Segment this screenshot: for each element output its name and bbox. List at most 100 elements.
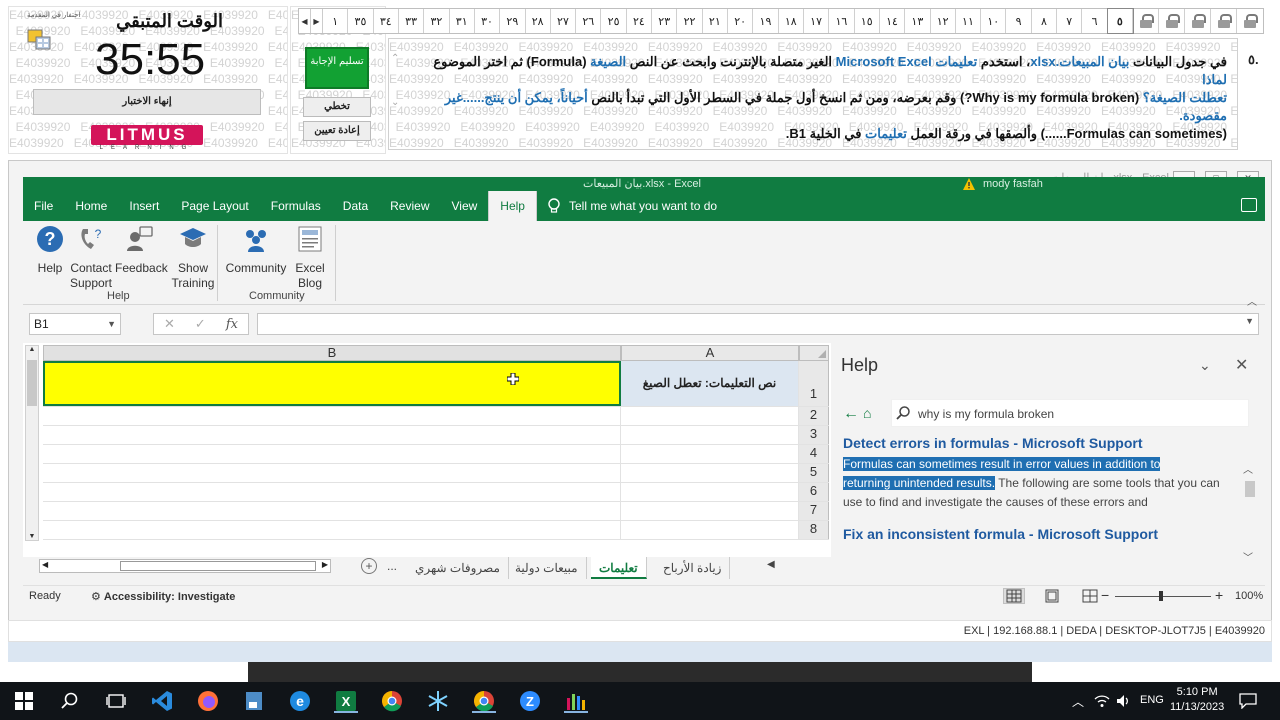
scroll-up-icon[interactable]: ▲ xyxy=(26,346,38,353)
tab-home[interactable]: Home xyxy=(64,191,118,221)
tab-help[interactable]: Help xyxy=(488,191,537,221)
snowflake-app-icon[interactable] xyxy=(426,689,450,713)
question-number-button[interactable]: ١٨ xyxy=(779,9,804,33)
question-number-button[interactable]: ٦ xyxy=(1082,9,1108,33)
question-scrollbar[interactable]: ⌃ ⌄ xyxy=(391,53,405,133)
tab-data[interactable]: Data xyxy=(332,191,379,221)
excel-blog-button[interactable]: Excel Blog xyxy=(293,225,327,291)
zoom-out-button[interactable]: − xyxy=(1101,587,1109,603)
zoom-level[interactable]: 100% xyxy=(1235,590,1263,602)
scroll-right-icon[interactable]: ▶ xyxy=(322,560,328,569)
chevron-down-icon[interactable]: ﹀ xyxy=(1243,549,1253,564)
cell[interactable] xyxy=(43,483,621,501)
question-number-button[interactable]: ٥ xyxy=(1106,8,1135,34)
submit-answer-button[interactable]: تسليم الإجابة xyxy=(305,47,369,89)
tab-formulas[interactable]: Formulas xyxy=(260,191,332,221)
row-header[interactable]: 7 xyxy=(799,502,829,520)
cell[interactable] xyxy=(621,502,799,520)
question-number-button[interactable]: ١٣ xyxy=(905,9,931,33)
edge-icon[interactable]: e xyxy=(288,689,312,713)
chrome-icon[interactable] xyxy=(472,689,496,713)
question-number-button[interactable]: ٢٠ xyxy=(728,9,754,33)
exam-app-icon[interactable] xyxy=(564,689,588,713)
question-number-button[interactable]: ٢٢ xyxy=(677,9,703,33)
cell[interactable] xyxy=(43,407,621,425)
sheet-tab-profit-increase[interactable]: زيادة الأرباح xyxy=(655,557,731,579)
tab-view[interactable]: View xyxy=(441,191,489,221)
comments-icon[interactable] xyxy=(1241,198,1257,212)
cell[interactable] xyxy=(621,407,799,425)
skip-button[interactable]: تخطي xyxy=(303,97,371,117)
network-icon[interactable] xyxy=(1090,689,1114,713)
cell[interactable] xyxy=(621,426,799,444)
row-header[interactable]: 6 xyxy=(799,483,829,501)
question-number-button[interactable]: ٣١ xyxy=(450,9,475,33)
page-break-view-icon[interactable] xyxy=(1079,588,1101,604)
zoom-app-icon[interactable]: Z xyxy=(518,689,542,713)
question-number-button[interactable]: ٣٢ xyxy=(424,9,450,33)
question-number-button[interactable]: ١٩ xyxy=(753,9,779,33)
sheet-tab-monthly-expenses[interactable]: مصروفات شهري xyxy=(407,557,509,579)
add-sheet-button[interactable]: + xyxy=(361,558,377,574)
tell-me-box[interactable]: Tell me what you want to do xyxy=(547,198,717,214)
question-number-button[interactable]: ٧ xyxy=(1057,9,1083,33)
reset-button[interactable]: إعادة تعيين xyxy=(303,121,371,141)
horizontal-scrollbar[interactable]: ◀ ▶ xyxy=(39,559,331,573)
scroll-thumb[interactable] xyxy=(27,360,37,406)
cell[interactable] xyxy=(43,521,621,539)
tab-review[interactable]: Review xyxy=(379,191,440,221)
notifications-icon[interactable] xyxy=(1236,689,1260,713)
excel-icon[interactable]: X xyxy=(334,689,358,713)
sheet-nav-icon[interactable]: ◀ xyxy=(767,559,775,570)
community-button[interactable]: Community xyxy=(223,225,289,276)
chrome-icon[interactable] xyxy=(380,689,404,713)
vscode-icon[interactable] xyxy=(150,689,174,713)
question-number-button[interactable]: ٨ xyxy=(1032,9,1058,33)
question-number-button[interactable]: ١٤ xyxy=(880,9,906,33)
firefox-icon[interactable] xyxy=(196,689,220,713)
row-header[interactable]: 2 xyxy=(799,407,829,425)
chevron-up-icon[interactable]: ︿ xyxy=(1066,689,1090,713)
question-number-button[interactable]: ١٧ xyxy=(804,9,830,33)
volume-icon[interactable] xyxy=(1112,689,1136,713)
back-arrow-icon[interactable]: ← xyxy=(843,405,859,423)
question-number-button[interactable]: ١١ xyxy=(956,9,982,33)
sheet-tab-instructions[interactable]: تعليمات xyxy=(591,557,647,579)
scroll-thumb[interactable] xyxy=(120,561,316,571)
question-number-button[interactable]: ٣٤ xyxy=(374,9,399,33)
question-number-button[interactable]: ١٢ xyxy=(931,9,956,33)
check-icon[interactable]: ✓ xyxy=(195,316,206,332)
question-number-button[interactable]: ٢٦ xyxy=(576,9,602,33)
question-number-button[interactable]: ٢٥ xyxy=(601,9,627,33)
nav-prev-icon[interactable]: ▶ xyxy=(311,9,323,33)
sheet-tab-international-sales[interactable]: مبيعات دولية xyxy=(507,557,587,579)
zoom-in-button[interactable]: + xyxy=(1215,587,1223,603)
home-icon[interactable]: ⌂ xyxy=(863,405,871,421)
cell[interactable] xyxy=(43,464,621,482)
scroll-thumb[interactable] xyxy=(1245,481,1255,497)
zoom-slider[interactable] xyxy=(1115,596,1211,597)
question-number-button[interactable]: ٣٣ xyxy=(399,9,425,33)
help-search-input[interactable]: why is my formula broken xyxy=(891,399,1249,427)
user-name[interactable]: mody fasfah xyxy=(983,177,1043,191)
tab-insert[interactable]: Insert xyxy=(118,191,170,221)
windows-start-icon[interactable] xyxy=(12,689,36,713)
clock[interactable]: 5:10 PM 11/13/2023 xyxy=(1170,685,1224,715)
question-number-button[interactable]: ٢٣ xyxy=(652,9,678,33)
question-number-button[interactable]: ٣٠ xyxy=(475,9,501,33)
language-indicator[interactable]: ENG xyxy=(1140,694,1164,706)
result-title-link[interactable]: Detect errors in formulas - Microsoft Su… xyxy=(843,435,1233,451)
search-icon[interactable] xyxy=(58,689,82,713)
vertical-scrollbar[interactable]: ▲ ▼ xyxy=(25,345,39,541)
more-sheets-button[interactable]: ... xyxy=(387,559,397,573)
question-number-button[interactable]: ١٠ xyxy=(981,9,1007,33)
result-title-link[interactable]: Fix an inconsistent formula - Microsoft … xyxy=(843,526,1233,542)
column-header-b[interactable]: B xyxy=(43,345,621,361)
question-number-button[interactable]: ٣٥ xyxy=(348,9,374,33)
cell[interactable] xyxy=(621,445,799,463)
row-header[interactable]: 3 xyxy=(799,426,829,444)
nav-first-icon[interactable]: ◀ xyxy=(299,9,311,33)
row-header[interactable]: 8 xyxy=(799,521,829,539)
cell[interactable] xyxy=(43,426,621,444)
insert-function-button[interactable]: fx xyxy=(226,317,238,332)
